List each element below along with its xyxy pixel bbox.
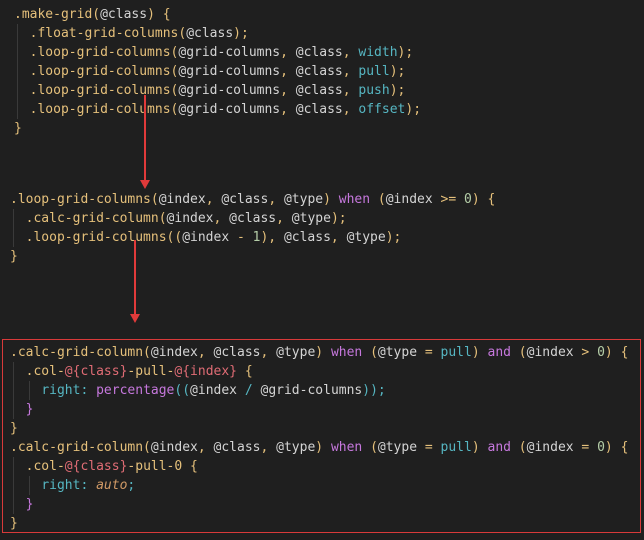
indent-guide: [17, 62, 18, 81]
code-line: .loop-grid-columns(@grid-columns, @class…: [14, 100, 421, 119]
annotation-arrow-1-head: [140, 180, 150, 189]
code-line-text: .loop-grid-columns(@grid-columns, @class…: [14, 64, 406, 79]
indent-guide: [13, 209, 14, 228]
code-line-text: }: [10, 249, 18, 264]
code-line: }: [14, 119, 421, 138]
code-line: .make-grid(@class) {: [14, 5, 421, 24]
code-line: .loop-grid-columns(@grid-columns, @class…: [14, 62, 421, 81]
annotation-arrow-2-head: [130, 314, 140, 323]
code-line: }: [10, 247, 495, 266]
indent-guide: [17, 43, 18, 62]
code-line-text: .make-grid(@class) {: [14, 7, 171, 22]
indent-guide: [17, 81, 18, 100]
code-line-text: .calc-grid-column(@index, @class, @type)…: [10, 211, 347, 226]
highlight-box: [2, 339, 641, 533]
code-line: .loop-grid-columns(@grid-columns, @class…: [14, 43, 421, 62]
code-line-text: .loop-grid-columns(@index, @class, @type…: [10, 192, 496, 207]
code-line-text: .loop-grid-columns((@index - 1), @class,…: [10, 230, 402, 245]
indent-guide: [17, 100, 18, 119]
code-block-make-grid: .make-grid(@class) { .float-grid-columns…: [14, 5, 421, 138]
code-line: .loop-grid-columns(@grid-columns, @class…: [14, 81, 421, 100]
code-line: .loop-grid-columns(@index, @class, @type…: [10, 190, 495, 209]
code-line-text: .float-grid-columns(@class);: [14, 26, 249, 41]
code-line: .loop-grid-columns((@index - 1), @class,…: [10, 228, 495, 247]
code-line: .calc-grid-column(@index, @class, @type)…: [10, 209, 495, 228]
annotation-arrow-2-line: [134, 240, 136, 316]
indent-guide: [13, 228, 14, 247]
code-block-loop-grid-columns: .loop-grid-columns(@index, @class, @type…: [10, 190, 495, 266]
code-line: .float-grid-columns(@class);: [14, 24, 421, 43]
code-line-text: .loop-grid-columns(@grid-columns, @class…: [14, 45, 414, 60]
code-line-text: .loop-grid-columns(@grid-columns, @class…: [14, 83, 406, 98]
code-line-text: .loop-grid-columns(@grid-columns, @class…: [14, 102, 422, 117]
indent-guide: [17, 24, 18, 43]
code-line-text: }: [14, 121, 22, 136]
annotation-arrow-1-line: [144, 95, 146, 183]
